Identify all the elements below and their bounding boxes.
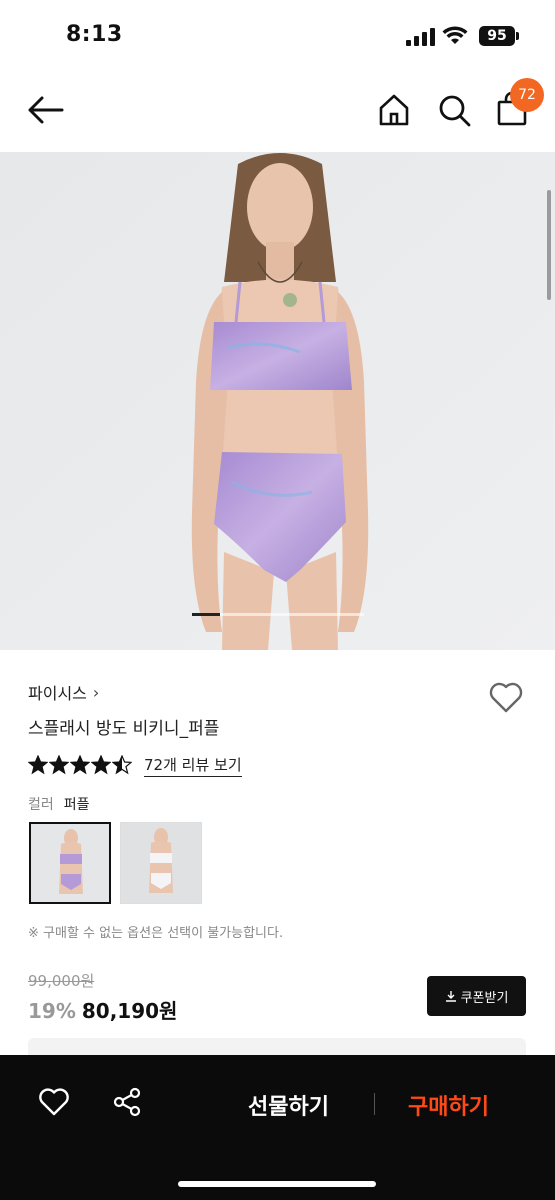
cart-count-badge: 72 bbox=[510, 78, 544, 112]
divider bbox=[374, 1093, 375, 1115]
brand-link[interactable]: 파이시스 › bbox=[28, 680, 99, 704]
bottom-action-bar: 선물하기 구매하기 bbox=[0, 1055, 555, 1200]
back-arrow-icon[interactable] bbox=[26, 92, 66, 128]
brand-name: 파이시스 bbox=[28, 684, 87, 703]
discount-rate: 19% bbox=[28, 999, 76, 1023]
original-price: 99,000원 bbox=[28, 972, 95, 990]
option-value: 퍼플 bbox=[63, 797, 90, 813]
chevron-right-icon: › bbox=[92, 682, 100, 702]
heart-icon[interactable] bbox=[488, 680, 524, 714]
star-icon bbox=[91, 755, 111, 775]
status-time: 8:13 bbox=[66, 22, 123, 47]
star-icon bbox=[70, 755, 90, 775]
color-swatch-white[interactable] bbox=[120, 822, 202, 904]
swatch-thumbnail bbox=[31, 824, 109, 902]
cellular-signal-icon bbox=[406, 28, 436, 46]
star-icon bbox=[49, 755, 69, 775]
review-link[interactable]: 72개 리뷰 보기 bbox=[144, 754, 242, 777]
swatch-thumbnail bbox=[121, 823, 201, 903]
download-icon bbox=[445, 991, 456, 1002]
status-bar: 8:13 95 bbox=[0, 0, 555, 70]
search-icon[interactable] bbox=[436, 92, 472, 128]
sale-price: 80,190원 bbox=[81, 999, 178, 1023]
price-row: 19% 80,190원 bbox=[28, 995, 177, 1024]
star-rating bbox=[28, 755, 132, 775]
buy-button[interactable]: 구매하기 bbox=[408, 1089, 489, 1121]
coupon-button[interactable]: 쿠폰받기 bbox=[427, 976, 526, 1016]
product-image[interactable] bbox=[0, 152, 555, 650]
image-pager-indicator bbox=[192, 613, 220, 616]
battery-level: 95 bbox=[479, 26, 515, 46]
heart-icon[interactable] bbox=[38, 1087, 70, 1117]
color-swatch-purple[interactable] bbox=[29, 822, 111, 904]
gift-button[interactable]: 선물하기 bbox=[248, 1089, 329, 1121]
top-nav-bar: 72 bbox=[0, 70, 555, 150]
star-icon bbox=[112, 755, 132, 775]
option-label: 컬러 bbox=[28, 797, 54, 813]
share-icon[interactable] bbox=[112, 1087, 142, 1117]
star-icon bbox=[28, 755, 48, 775]
wifi-icon bbox=[442, 26, 468, 44]
coupon-label: 쿠폰받기 bbox=[460, 990, 509, 1006]
model-photo bbox=[0, 152, 555, 650]
home-indicator bbox=[178, 1181, 376, 1187]
page-scrollbar[interactable] bbox=[547, 190, 551, 300]
product-title: 스플래시 방도 비키니_퍼플 bbox=[28, 719, 220, 739]
battery-tip bbox=[516, 32, 519, 40]
option-notice: ※ 구매할 수 없는 옵션은 선택이 불가능합니다. bbox=[28, 926, 284, 941]
home-icon[interactable] bbox=[376, 92, 412, 128]
color-option-row: 컬러 퍼플 bbox=[28, 794, 90, 814]
rating-row: 72개 리뷰 보기 bbox=[28, 754, 242, 777]
